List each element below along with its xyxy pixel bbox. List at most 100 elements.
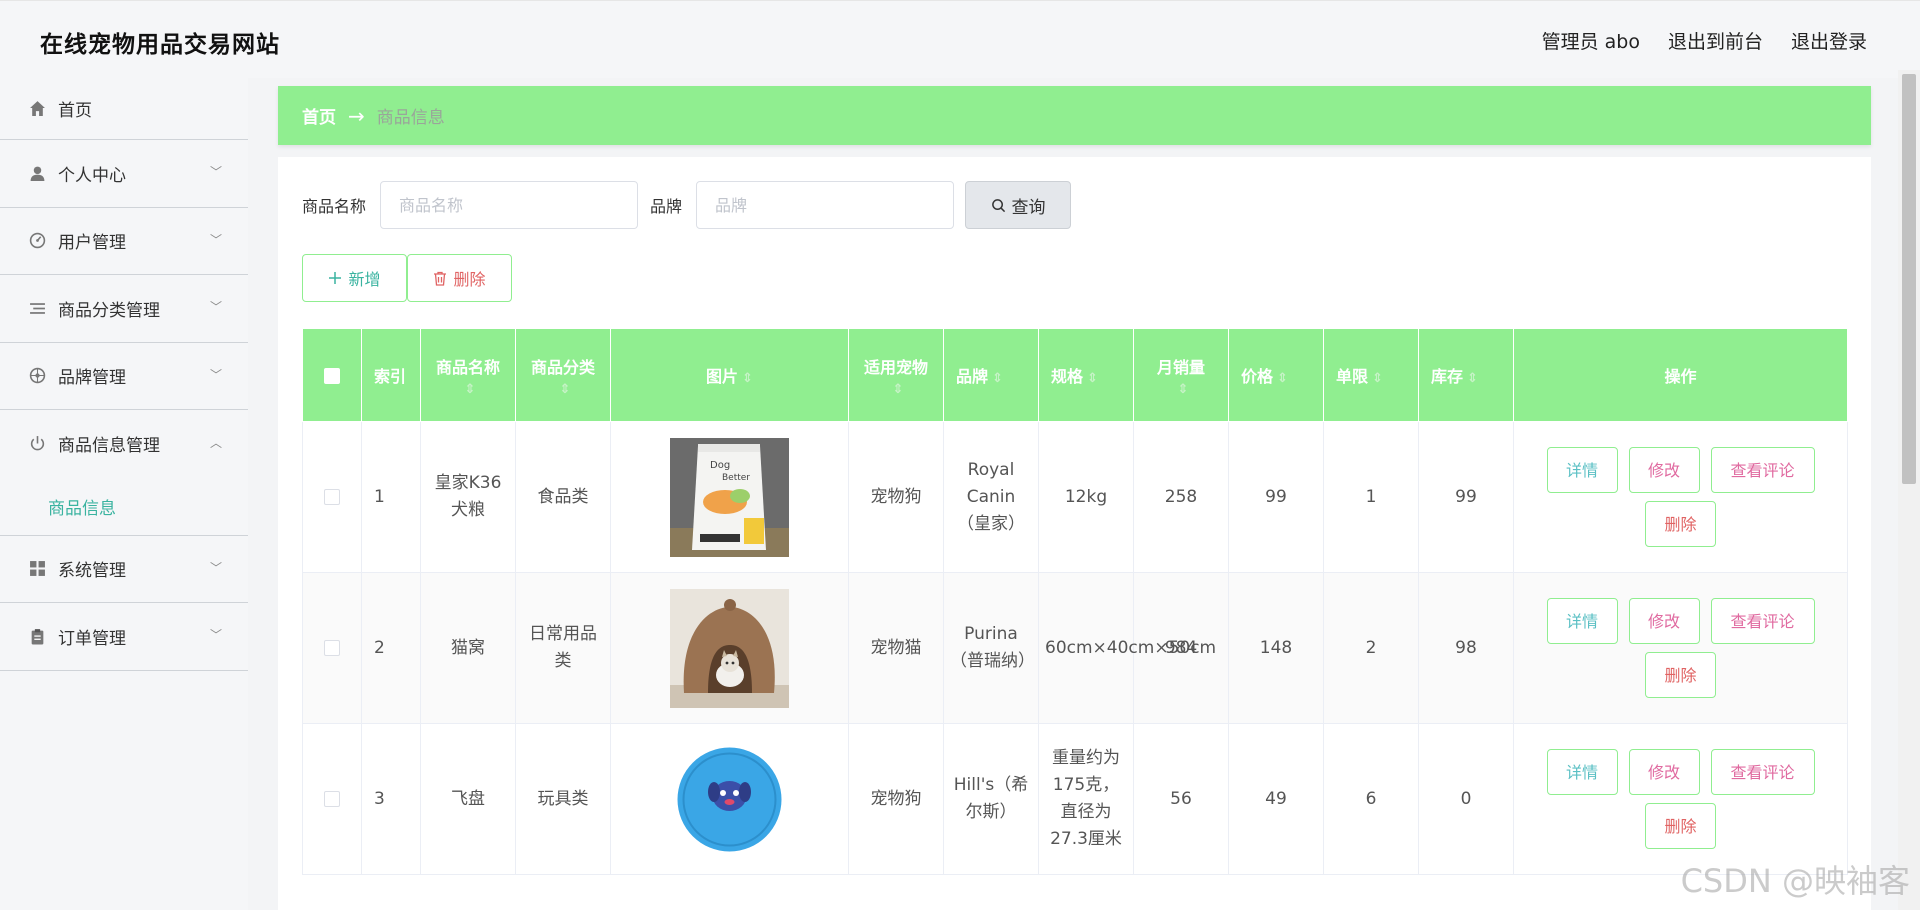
dog-food-bag-image[interactable]: Dog Better	[670, 437, 789, 557]
chevron-down-icon: ﹀	[209, 232, 222, 247]
brand-input[interactable]	[696, 181, 955, 229]
sidebar-item-label: 商品分类管理	[58, 300, 160, 321]
product-name-input[interactable]	[380, 181, 639, 229]
edit-button[interactable]: 修改	[1628, 749, 1700, 795]
cell-stock: 98	[1418, 572, 1514, 724]
sort-icon[interactable]: ⇕	[465, 382, 476, 397]
main-panel: 商品名称 品牌 查询 新增 删除 索引 商品名称⇕	[278, 157, 1871, 910]
sort-icon[interactable]: ⇕	[1467, 371, 1478, 386]
search-icon	[991, 198, 1005, 212]
detail-button[interactable]: 详情	[1546, 447, 1618, 493]
cell-sales: 258	[1133, 421, 1229, 573]
user-icon	[28, 164, 46, 182]
plus-icon	[329, 272, 342, 284]
scrollbar-thumb[interactable]	[1902, 74, 1916, 484]
to-front-link[interactable]: 退出到前台	[1668, 27, 1763, 54]
cell-category: 玩具类	[515, 723, 611, 875]
cell-limit: 2	[1323, 572, 1419, 724]
batch-delete-button[interactable]: 删除	[407, 254, 512, 302]
sidebar: 首页 个人中心 ﹀ 用户管理 ﹀ 商品分类管理 ﹀ 品牌管理 ﹀ 商品信息管理 …	[0, 78, 248, 910]
search-bar: 商品名称 品牌 查询	[302, 181, 1072, 229]
col-header-sales[interactable]: 月销量 ⇕	[1133, 328, 1229, 422]
sidebar-item-system-management[interactable]: 系统管理 ﹀	[0, 536, 248, 603]
delete-button-label: 删除	[453, 270, 486, 289]
sidebar-item-order-management[interactable]: 订单管理 ﹀	[0, 603, 248, 671]
sort-icon[interactable]: ⇕	[893, 382, 904, 397]
sort-icon[interactable]: ⇕	[1178, 382, 1189, 397]
site-title: 在线宠物用品交易网站	[40, 32, 280, 58]
row-checkbox[interactable]	[324, 790, 340, 807]
watermark: CSDN @映袖客	[1680, 862, 1910, 900]
action-bar: 新增 删除	[302, 254, 512, 302]
col-header-pet[interactable]: 适用宠物 ⇕	[848, 328, 944, 422]
row-checkbox[interactable]	[324, 488, 340, 505]
chevron-up-icon: ︿	[209, 435, 222, 450]
cell-spec: 12kg	[1038, 421, 1134, 573]
sidebar-item-label: 用户管理	[58, 233, 126, 254]
breadcrumb: 首页 → 商品信息	[278, 86, 1871, 145]
sidebar-item-label: 商品信息管理	[58, 436, 160, 457]
row-checkbox[interactable]	[324, 639, 340, 656]
view-comments-button[interactable]: 查看评论	[1710, 598, 1815, 644]
gauge-icon	[28, 232, 46, 250]
sidebar-item-personal-center[interactable]: 个人中心 ﹀	[0, 140, 248, 208]
select-all-checkbox[interactable]	[324, 368, 340, 384]
cell-sales: 56	[1133, 723, 1229, 875]
sort-icon[interactable]: ⇕	[742, 371, 753, 386]
cell-stock: 99	[1418, 421, 1514, 573]
sidebar-item-home[interactable]: 首页	[0, 78, 248, 140]
row-delete-button[interactable]: 删除	[1645, 652, 1716, 698]
cell-image	[610, 572, 849, 724]
sidebar-subitem-product-info[interactable]: 商品信息	[0, 478, 248, 536]
col-header-index: 索引	[361, 328, 421, 422]
col-header-brand[interactable]: 品牌 ⇕	[943, 328, 1039, 422]
sort-icon[interactable]: ⇕	[1372, 371, 1383, 386]
col-header-name[interactable]: 商品名称 ⇕	[420, 328, 516, 422]
view-comments-button[interactable]: 查看评论	[1710, 749, 1815, 795]
frisbee-image[interactable]	[670, 739, 789, 859]
col-header-image[interactable]: 图片 ⇕	[610, 328, 849, 422]
cat-bed-image[interactable]	[670, 588, 789, 708]
col-header-category[interactable]: 商品分类 ⇕	[515, 328, 611, 422]
admin-user-label[interactable]: 管理员 abo	[1542, 27, 1640, 54]
cell-actions: 详情 修改 查看评论 删除	[1513, 572, 1848, 724]
sort-icon[interactable]: ⇕	[560, 382, 571, 397]
top-header: 在线宠物用品交易网站 管理员 abo 退出到前台 退出登录	[0, 0, 1920, 78]
sort-icon[interactable]: ⇕	[992, 371, 1003, 386]
query-button[interactable]: 查询	[965, 181, 1072, 229]
breadcrumb-home[interactable]: 首页	[302, 103, 336, 128]
cell-image	[610, 723, 849, 875]
sidebar-item-label: 品牌管理	[58, 368, 126, 389]
row-delete-button[interactable]: 删除	[1645, 803, 1716, 849]
sidebar-item-category-management[interactable]: 商品分类管理 ﹀	[0, 275, 248, 343]
edit-button[interactable]: 修改	[1628, 598, 1700, 644]
col-header-price[interactable]: 价格 ⇕	[1228, 328, 1324, 422]
logout-link[interactable]: 退出登录	[1791, 27, 1867, 54]
cell-price: 148	[1228, 572, 1324, 724]
detail-button[interactable]: 详情	[1546, 598, 1618, 644]
sidebar-item-brand-management[interactable]: 品牌管理 ﹀	[0, 343, 248, 410]
view-comments-button[interactable]: 查看评论	[1710, 447, 1815, 493]
edit-button[interactable]: 修改	[1628, 447, 1700, 493]
brand-label: 品牌	[650, 197, 683, 216]
row-select-cell	[302, 421, 362, 573]
page-scrollbar[interactable]	[1898, 70, 1920, 910]
detail-button[interactable]: 详情	[1546, 749, 1618, 795]
add-button[interactable]: 新增	[302, 254, 407, 302]
compass-icon	[28, 367, 46, 385]
sidebar-item-user-management[interactable]: 用户管理 ﹀	[0, 208, 248, 275]
cell-image: Dog Better	[610, 421, 849, 573]
col-header-limit[interactable]: 单限 ⇕	[1323, 328, 1419, 422]
row-delete-button[interactable]: 删除	[1645, 501, 1716, 547]
cell-category: 食品类	[515, 421, 611, 573]
col-header-stock[interactable]: 库存 ⇕	[1418, 328, 1514, 422]
col-header-spec[interactable]: 规格 ⇕	[1038, 328, 1134, 422]
select-all-cell	[302, 328, 362, 422]
cell-limit: 1	[1323, 421, 1419, 573]
sort-icon[interactable]: ⇕	[1087, 371, 1098, 386]
cell-brand: Hill's（希尔斯）	[943, 723, 1039, 875]
sidebar-item-product-info-management[interactable]: 商品信息管理 ︿	[0, 410, 248, 478]
sidebar-item-label: 个人中心	[58, 165, 126, 186]
cell-index: 1	[361, 421, 421, 573]
sort-icon[interactable]: ⇕	[1277, 371, 1288, 386]
